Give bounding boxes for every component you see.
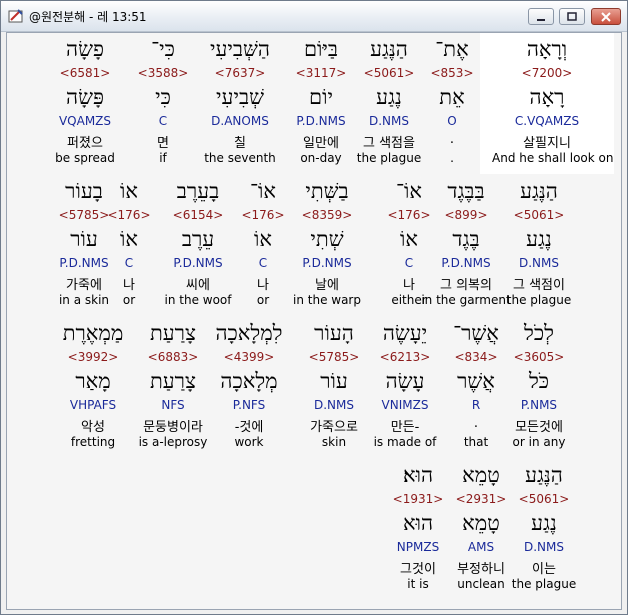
close-button[interactable]: [591, 8, 621, 25]
hebrew-lemma: עוֹר: [70, 227, 98, 251]
korean-gloss: 살필지니: [523, 136, 571, 151]
english-gloss: be spread: [55, 151, 115, 165]
close-icon: [601, 11, 611, 22]
maximize-icon: [567, 11, 577, 21]
english-gloss: And he shall look on: [492, 151, 614, 165]
grammar-code: C.VQAMZS: [514, 114, 580, 128]
strong-number[interactable]: <5785>: [29, 208, 139, 222]
english-gloss: fretting: [70, 435, 116, 449]
verse-analysis-panel[interactable]: וְרָאָה <7200> רָאָה C.VQAMZS 살필지니 And he sha…: [6, 32, 622, 610]
hebrew-word: וְרָאָה: [526, 37, 568, 61]
main-window: @원전분해 - 레 13:51 וְרָאָה <7200> רָאָה C.VQAM…: [0, 0, 628, 615]
korean-gloss: 퍼졌으: [67, 136, 103, 151]
strong-number[interactable]: <3992>: [38, 350, 148, 364]
minimize-icon: [537, 18, 545, 21]
title-bar[interactable]: @원전분해 - 레 13:51: [1, 1, 627, 32]
korean-gloss: 가죽에: [66, 278, 102, 293]
hebrew-lemma: פָּשָׂה: [66, 85, 104, 109]
app-icon: [8, 9, 23, 23]
strong-number[interactable]: <6581>: [30, 66, 140, 80]
grammar-code: VHPAFS: [69, 398, 117, 412]
grammar-code: VQAMZS: [58, 114, 112, 128]
strong-number[interactable]: <1931>: [363, 492, 473, 506]
minimize-button[interactable]: [528, 8, 554, 25]
english-gloss: it is: [407, 577, 429, 591]
hebrew-word: בָעוֹר: [65, 179, 103, 203]
korean-gloss: 악성: [81, 420, 105, 435]
hebrew-word: הוּא׃: [402, 463, 434, 487]
maximize-button[interactable]: [559, 8, 585, 25]
hebrew-lemma: מָאַר: [75, 369, 111, 393]
korean-gloss: 그것이: [400, 562, 436, 577]
strong-number[interactable]: <7200>: [492, 66, 602, 80]
english-gloss: in a skin: [58, 293, 110, 307]
grammar-code: P.D.NMS: [59, 256, 109, 270]
hebrew-word: מַמְאֶרֶת: [62, 321, 124, 345]
window-title: @원전분해 - 레 13:51: [29, 10, 147, 24]
grammar-code: NPMZS: [396, 540, 440, 554]
hebrew-lemma: הוּא: [402, 511, 434, 535]
hebrew-word: פָשָׂה: [66, 37, 104, 61]
hebrew-lemma: רָאָה: [529, 85, 565, 109]
